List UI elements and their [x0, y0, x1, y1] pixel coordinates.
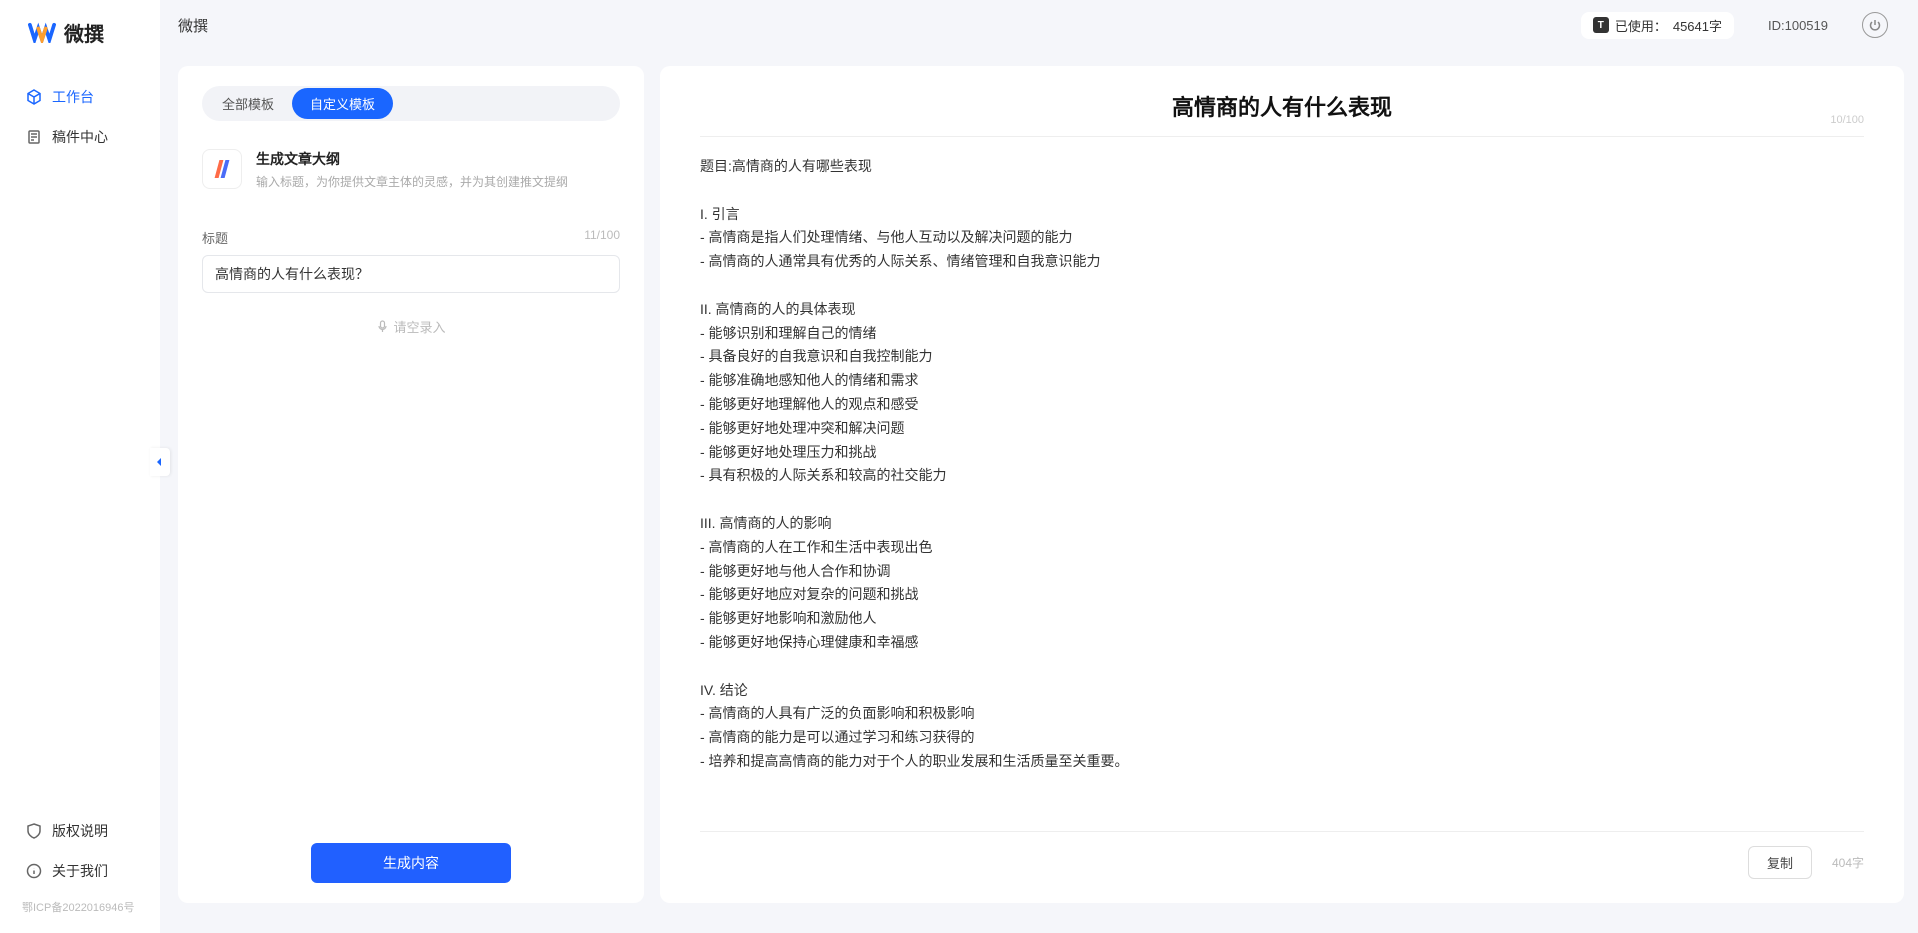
sidebar-bottom: 版权说明 关于我们 [0, 811, 160, 891]
nav-label: 稿件中心 [52, 127, 108, 147]
record-hint[interactable]: 请空录入 [202, 293, 620, 360]
power-button[interactable] [1862, 12, 1888, 38]
tabs: 全部模板 自定义模板 [202, 86, 620, 121]
word-count: 404字 [1832, 854, 1864, 871]
nav-label: 关于我们 [52, 861, 108, 881]
sidebar-collapse-button[interactable] [150, 448, 170, 476]
page-title: 微撰 [178, 15, 208, 36]
content: 全部模板 自定义模板 生成文章大纲 输入标题，为你提供文章主体的灵感，并为其创建… [160, 50, 1918, 933]
nav-item-copyright[interactable]: 版权说明 [10, 811, 150, 851]
shield-icon [26, 823, 42, 839]
generate-button[interactable]: 生成内容 [311, 843, 511, 883]
usage-value: 45641字 [1673, 16, 1722, 35]
logo-text: 微撰 [64, 18, 104, 47]
template-card: 生成文章大纲 输入标题，为你提供文章主体的灵感，并为其创建推文提纲 [202, 139, 620, 208]
template-icon [202, 149, 242, 189]
nav-item-workspace[interactable]: 工作台 [10, 77, 150, 117]
nav-label: 版权说明 [52, 821, 108, 841]
text-icon: T [1593, 17, 1609, 33]
input-panel: 全部模板 自定义模板 生成文章大纲 输入标题，为你提供文章主体的灵感，并为其创建… [178, 66, 644, 903]
field-char-count: 11/100 [584, 228, 620, 247]
nav-item-about[interactable]: 关于我们 [10, 851, 150, 891]
copy-button[interactable]: 复制 [1748, 846, 1812, 879]
output-footer: 复制 404字 [700, 831, 1864, 879]
user-id: ID:100519 [1768, 18, 1828, 33]
tab-custom-templates[interactable]: 自定义模板 [292, 88, 393, 119]
topbar-right: T 已使用： 45641字 ID:100519 [1581, 12, 1888, 39]
nav-label: 工作台 [52, 87, 94, 107]
cube-icon [26, 89, 42, 105]
sidebar: 微撰 工作台 稿件中心 版权说明 [0, 0, 160, 933]
output-title: 高情商的人有什么表现 [1172, 90, 1392, 122]
document-icon [26, 129, 42, 145]
template-title: 生成文章大纲 [256, 149, 568, 169]
usage-prefix: 已使用： [1615, 16, 1667, 35]
output-panel: 高情商的人有什么表现 10/100 题目:高情商的人有哪些表现 I. 引言 - … [660, 66, 1904, 903]
logo: 微撰 [0, 18, 160, 77]
topbar: 微撰 T 已使用： 45641字 ID:100519 [160, 0, 1918, 50]
usage-badge: T 已使用： 45641字 [1581, 12, 1734, 39]
main: 微撰 T 已使用： 45641字 ID:100519 全部模板 自定义模板 [160, 0, 1918, 933]
info-icon [26, 863, 42, 879]
logo-icon [28, 21, 56, 45]
output-body: 题目:高情商的人有哪些表现 I. 引言 - 高情商是指人们处理情绪、与他人互动以… [700, 155, 1864, 819]
output-title-count: 10/100 [1830, 114, 1864, 126]
output-header: 高情商的人有什么表现 10/100 [700, 90, 1864, 137]
mic-icon [376, 320, 389, 333]
title-input[interactable] [202, 255, 620, 293]
icp-text: 鄂ICP备2022016946号 [0, 891, 160, 915]
nav-item-drafts[interactable]: 稿件中心 [10, 117, 150, 157]
template-desc: 输入标题，为你提供文章主体的灵感，并为其创建推文提纲 [256, 173, 568, 190]
nav: 工作台 稿件中心 [0, 77, 160, 811]
field-label-row: 标题 11/100 [202, 228, 620, 247]
tab-all-templates[interactable]: 全部模板 [204, 88, 292, 119]
field-label: 标题 [202, 228, 228, 247]
